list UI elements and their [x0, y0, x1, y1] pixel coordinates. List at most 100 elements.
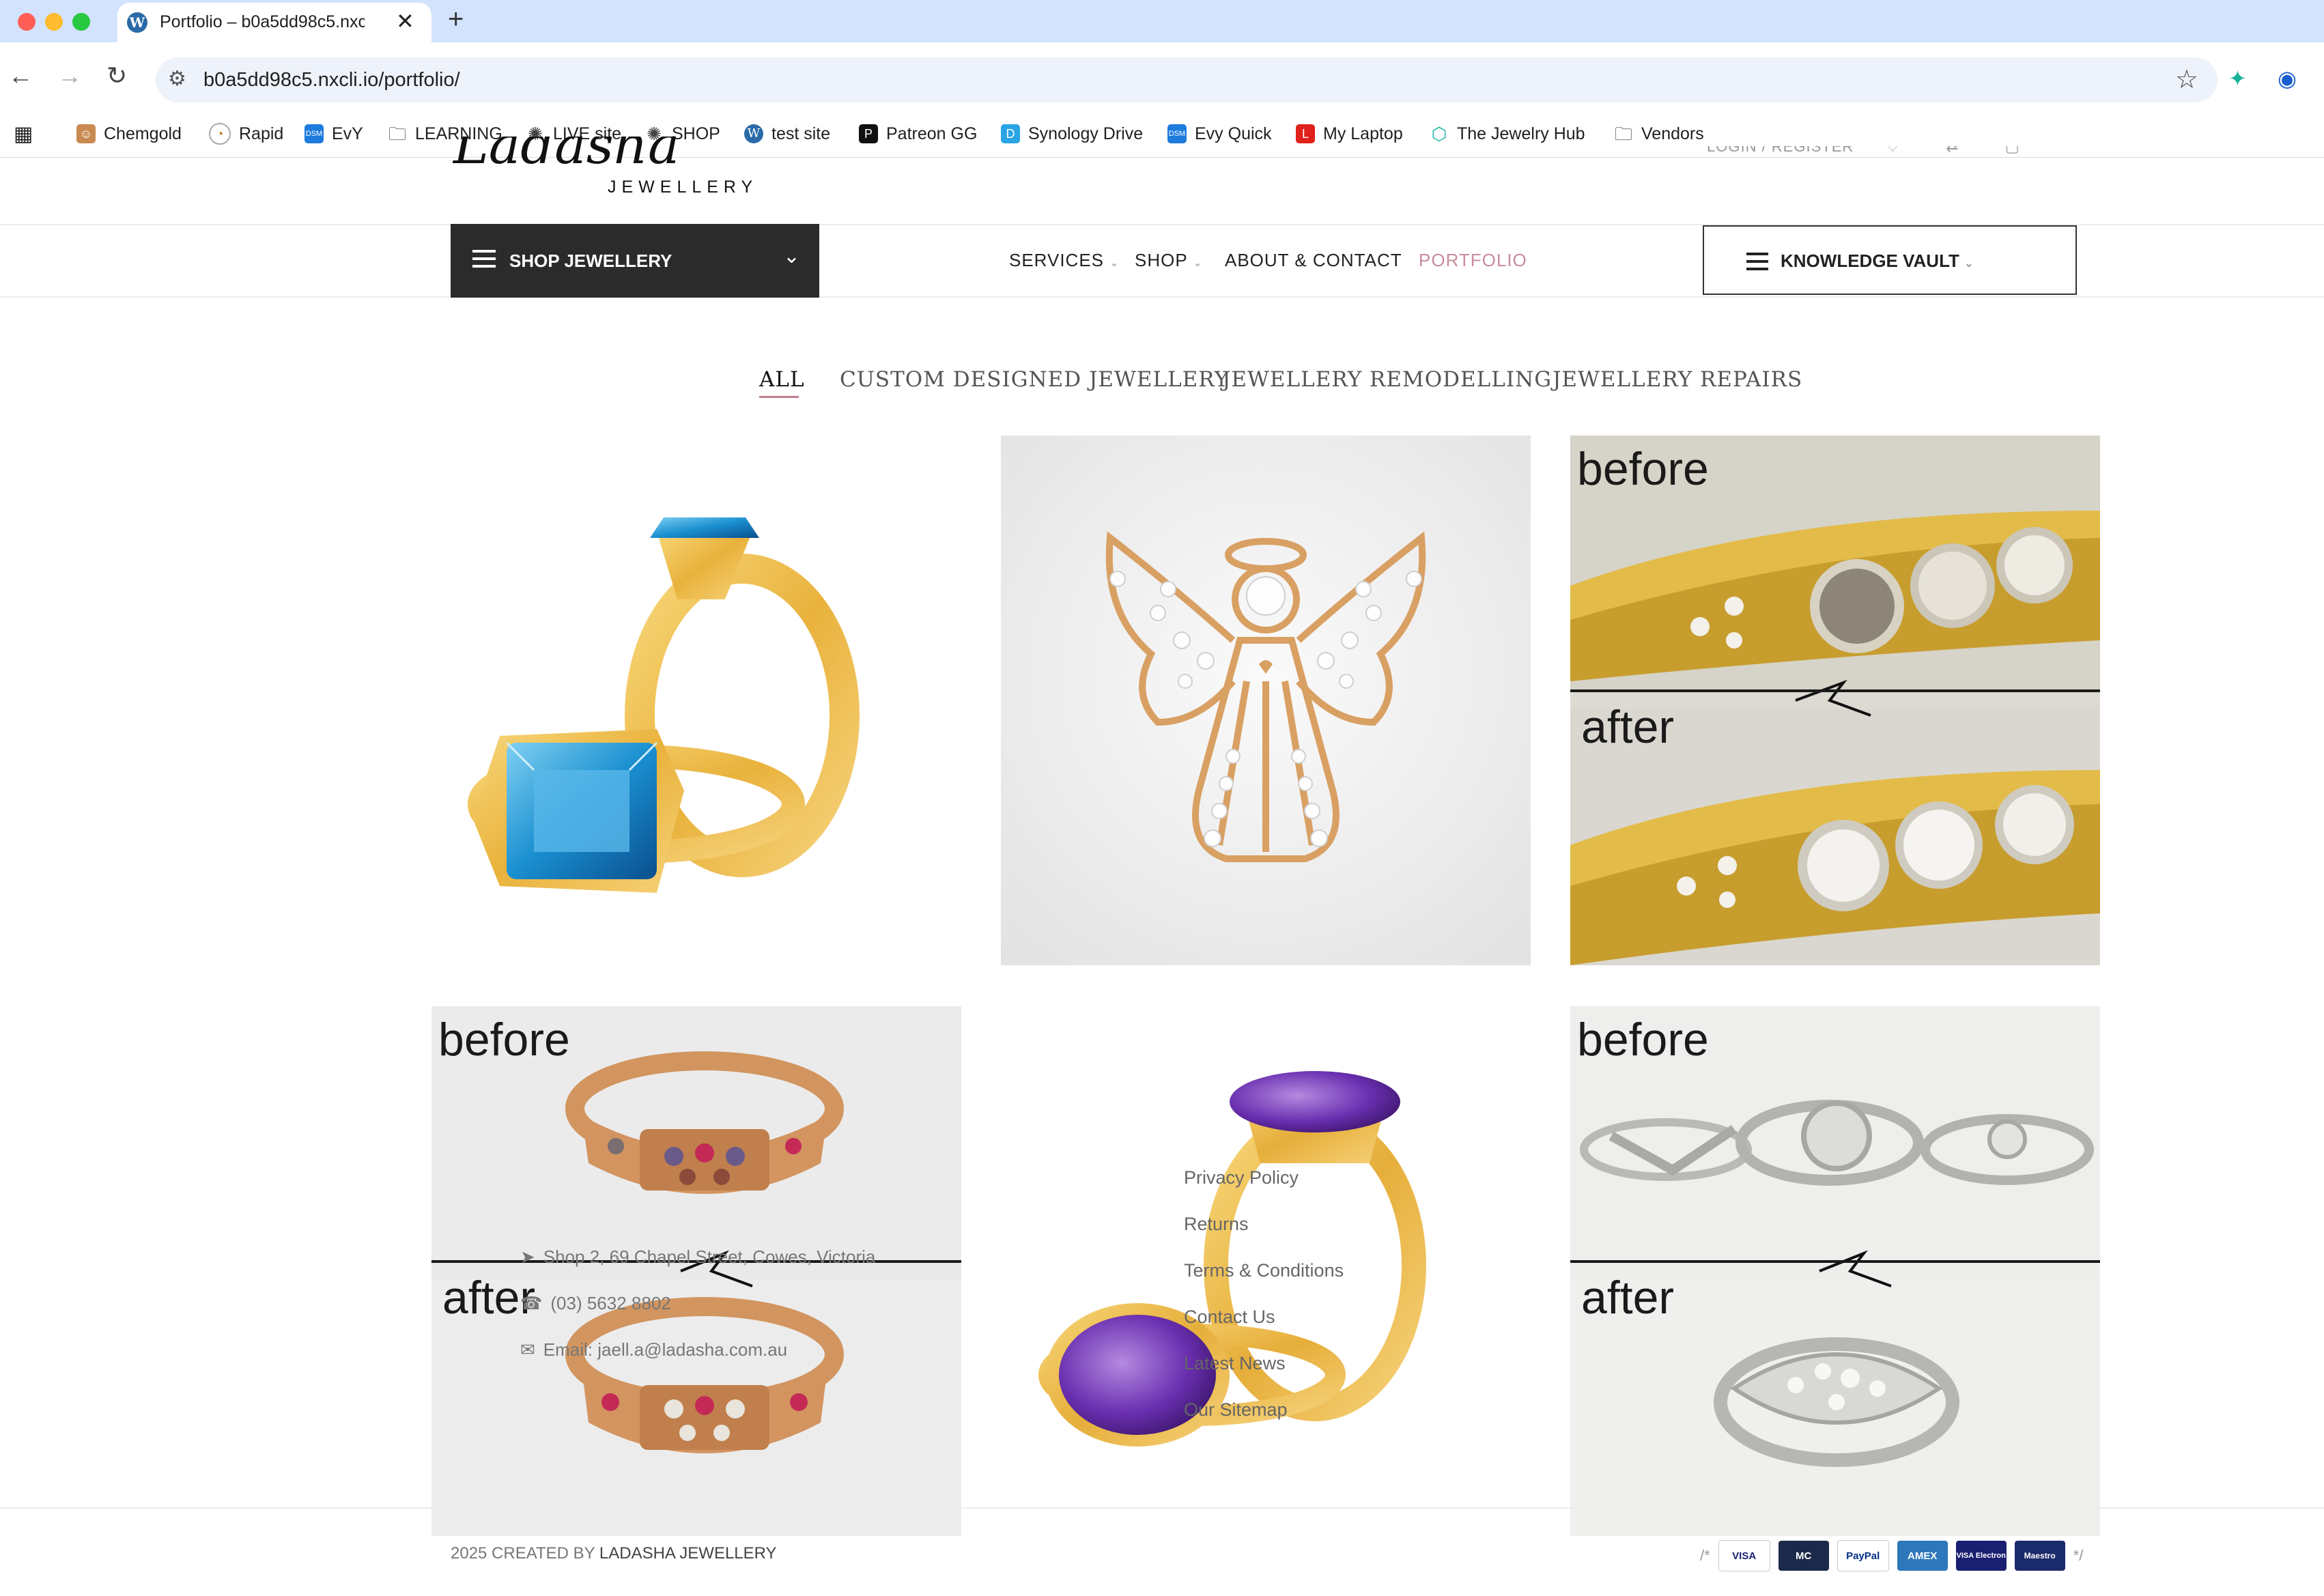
- nav-shop[interactable]: SHOP ⌄: [1135, 250, 1203, 271]
- filter-custom-designed[interactable]: CUSTOM DESIGNED JEWELLERY: [840, 367, 1229, 392]
- window-minimize-button[interactable]: [45, 13, 63, 31]
- before-label: before: [1577, 443, 1709, 495]
- mastercard-icon: MC: [1778, 1541, 1829, 1571]
- portfolio-item-white-gold-remodel[interactable]: before after: [1570, 1006, 2100, 1536]
- footer-link-contact-us[interactable]: Contact Us: [1184, 1307, 1275, 1328]
- before-label: before: [438, 1014, 570, 1066]
- bookmark-chemgold[interactable]: ☺ Chemgold: [76, 120, 182, 147]
- header-account-area[interactable]: LOGIN / REGISTER ♡ ⇄ ▢: [1707, 146, 2020, 162]
- nav-shop-label: SHOP: [1135, 250, 1188, 270]
- angel-pendant-image: [1105, 531, 1426, 862]
- address-bar[interactable]: ⚙ b0a5dd98c5.nxcli.io/portfolio/ ☆: [156, 57, 2217, 102]
- footer-link-latest-news[interactable]: Latest News: [1184, 1353, 1286, 1374]
- tab-close-icon[interactable]: ✕: [396, 8, 414, 34]
- new-tab-icon[interactable]: +: [448, 4, 464, 35]
- tab-title: Portfolio – b0a5dd98c5.nxcli.io: [160, 12, 365, 31]
- filter-all[interactable]: ALL: [759, 367, 805, 392]
- site-logo[interactable]: Ladasha JEWELLERY: [451, 137, 792, 198]
- footer-phone[interactable]: ☎ (03) 5632 8802: [520, 1293, 671, 1314]
- footer-email[interactable]: ✉ Email: jaell.a@ladasha.com.au: [520, 1339, 787, 1360]
- payment-comment-close: */: [2073, 1547, 2084, 1564]
- bookmark-label: The Jewelry Hub: [1457, 124, 1585, 143]
- filter-active-underline: [759, 396, 799, 398]
- site-settings-icon[interactable]: ⚙: [168, 67, 186, 91]
- folder-icon: 🗀: [1614, 124, 1632, 144]
- after-label: after: [1581, 1272, 1675, 1324]
- shop-jewellery-button[interactable]: SHOP JEWELLERY ⌄: [451, 224, 819, 298]
- nav-services[interactable]: SERVICES ⌄: [1009, 250, 1120, 271]
- hub-icon: ⬡: [1431, 124, 1447, 144]
- paypal-icon: PayPal: [1837, 1540, 1889, 1571]
- window-zoom-button[interactable]: [72, 13, 90, 31]
- login-register-link[interactable]: LOGIN / REGISTER: [1707, 146, 1854, 155]
- bookmark-my-laptop[interactable]: L My Laptop: [1296, 120, 1403, 147]
- synology-drive-icon: D: [1001, 124, 1020, 143]
- copyright-text: 2025 CREATED BY LADASHA JEWELLERY: [451, 1544, 777, 1563]
- reload-icon[interactable]: ↻: [107, 61, 127, 90]
- apps-grid-icon[interactable]: ▦: [14, 120, 33, 147]
- menu-icon: [472, 250, 496, 253]
- filter-remodelling[interactable]: JEWELLERY REMODELLING: [1222, 367, 1552, 392]
- portfolio-item-angel-pendant[interactable]: [1001, 436, 1531, 965]
- bookmark-evy-quick[interactable]: DSM Evy Quick: [1167, 120, 1272, 147]
- portfolio-item-diamond-ring-repair[interactable]: before after: [1570, 436, 2100, 965]
- chevron-down-icon: ⌄: [1193, 257, 1203, 269]
- wordpress-icon: W: [127, 12, 147, 33]
- payment-comment-open: /*: [1700, 1547, 1710, 1564]
- footer-link-privacy-policy[interactable]: Privacy Policy: [1184, 1167, 1299, 1188]
- bookmark-patreon[interactable]: P Patreon GG: [859, 120, 977, 147]
- bookmark-label: Evy Quick: [1195, 124, 1272, 143]
- footer-link-terms[interactable]: Terms & Conditions: [1184, 1260, 1344, 1281]
- nav-about-contact[interactable]: ABOUT & CONTACT: [1225, 250, 1402, 271]
- visa-electron-icon: VISA Electron: [1955, 1541, 2007, 1571]
- footer-link-sitemap[interactable]: Our Sitemap: [1184, 1399, 1288, 1421]
- shop-jewellery-label: SHOP JEWELLERY: [509, 251, 672, 271]
- nav-portfolio[interactable]: PORTFOLIO: [1419, 250, 1527, 271]
- bookmark-label: Chemgold: [104, 124, 182, 143]
- gauge-icon: ◔: [209, 123, 231, 145]
- nav-services-label: SERVICES: [1009, 250, 1105, 270]
- browser-tab-bar: W Portfolio – b0a5dd98c5.nxcli.io ✕ +: [0, 0, 2324, 42]
- bookmark-jewelry-hub[interactable]: ⬡ The Jewelry Hub: [1430, 120, 1585, 147]
- dsm-icon: DSM: [1167, 124, 1187, 143]
- chevron-down-icon: ⌄: [782, 245, 800, 268]
- nav-divider: [0, 296, 2324, 298]
- cart-icon[interactable]: ▢: [2005, 146, 2020, 155]
- window-close-button[interactable]: [18, 13, 36, 31]
- compare-icon[interactable]: ⇄: [1946, 146, 1959, 155]
- bookmark-star-icon[interactable]: ☆: [2175, 64, 2198, 95]
- phone-icon: ☎: [520, 1293, 543, 1313]
- location-arrow-icon: ➤: [520, 1246, 535, 1267]
- logo-subtitle: JEWELLERY: [608, 177, 759, 197]
- bookmark-folder-vendors[interactable]: 🗀 Vendors: [1614, 120, 1704, 147]
- back-icon[interactable]: ←: [8, 61, 33, 90]
- portfolio-item-antique-ring-repair[interactable]: before after: [431, 1006, 961, 1536]
- menu-icon: [1746, 253, 1768, 255]
- bookmark-evy[interactable]: DSM EvY: [304, 120, 363, 147]
- footer-link-returns[interactable]: Returns: [1184, 1214, 1249, 1235]
- extension-hummingbird-icon[interactable]: ✦: [2228, 66, 2247, 91]
- footer-divider: [0, 1507, 2324, 1509]
- footer-address: ➤ Shop 2, 69 Chapel Street, Cowes, Victor…: [520, 1246, 876, 1267]
- copyright-brand-link[interactable]: LADASHA JEWELLERY: [599, 1544, 777, 1563]
- payment-methods: /* VISA MC PayPal AMEX VISA Electron Mae…: [1700, 1540, 2083, 1571]
- amex-card-icon: AMEX: [1897, 1541, 1948, 1571]
- bookmark-synology-drive[interactable]: D Synology Drive: [1001, 120, 1143, 147]
- folder-icon: 🗀: [388, 124, 406, 144]
- laptop-l-icon: L: [1296, 124, 1315, 143]
- bookmark-label: EvY: [332, 124, 363, 143]
- bookmark-label: Vendors: [1641, 124, 1704, 143]
- bookmark-label: Patreon GG: [886, 124, 978, 143]
- chevron-down-icon: ⌄: [1109, 257, 1120, 269]
- knowledge-vault-button[interactable]: KNOWLEDGE VAULT ⌄: [1703, 225, 2077, 295]
- wishlist-icon[interactable]: ♡: [1886, 146, 1900, 155]
- filter-repairs[interactable]: JEWELLERY REPAIRS: [1553, 367, 1802, 392]
- portfolio-item-blue-topaz-ring[interactable]: [431, 436, 961, 965]
- forward-icon[interactable]: →: [57, 61, 82, 90]
- browser-tab[interactable]: W Portfolio – b0a5dd98c5.nxcli.io ✕: [117, 3, 431, 42]
- visa-card-icon: VISA: [1718, 1540, 1770, 1571]
- url-text[interactable]: b0a5dd98c5.nxcli.io/portfolio/: [203, 69, 460, 91]
- dsm-icon: DSM: [304, 124, 324, 143]
- extension-password-icon[interactable]: ◉: [2278, 66, 2297, 91]
- bookmark-rapid[interactable]: ◔ Rapid: [209, 120, 283, 147]
